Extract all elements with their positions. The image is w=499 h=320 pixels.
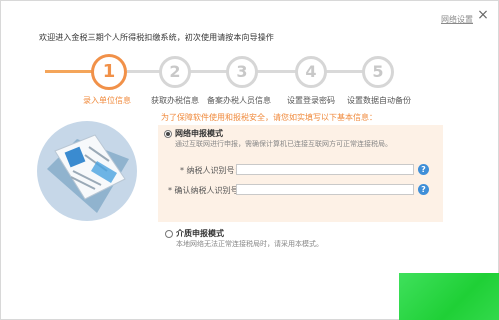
step-5-circle: 5 bbox=[362, 56, 394, 88]
step-5-label: 设置数据自动备份 bbox=[347, 96, 411, 105]
network-mode-title[interactable]: 网络申报模式 bbox=[175, 128, 223, 139]
media-mode-title[interactable]: 介质申报模式 bbox=[176, 228, 224, 239]
taxpayer-id-input[interactable] bbox=[236, 164, 414, 175]
media-mode-desc: 本地网络无法正常连接税局时，请采用本模式。 bbox=[176, 240, 323, 248]
network-settings-link[interactable]: 网络设置 bbox=[441, 14, 473, 25]
mode-panel: 网络申报模式 通过互联网进行申报，需确保计算机已连接互联网方可正常连接税局。 *… bbox=[158, 125, 443, 222]
green-overlay-block bbox=[399, 273, 499, 320]
confirm-id-label: * 确认纳税人识别号： bbox=[168, 186, 247, 195]
taxpayer-id-label: * 纳税人识别号： bbox=[180, 166, 243, 175]
welcome-text: 欢迎进入金税三期个人所得税扣缴系统，初次使用请按本向导操作 bbox=[39, 33, 274, 42]
document-icon bbox=[47, 134, 129, 213]
taxpayer-id-help-icon[interactable]: ? bbox=[418, 164, 429, 175]
step-1-label: 录入单位信息 bbox=[83, 96, 131, 105]
wizard-window: 网络设置 × 欢迎进入金税三期个人所得税扣缴系统，初次使用请按本向导操作 1 2… bbox=[0, 0, 499, 320]
step-connector-1 bbox=[45, 70, 93, 73]
step-3-circle: 3 bbox=[226, 56, 258, 88]
step-2-label: 获取办税信息 bbox=[151, 96, 199, 105]
network-mode-desc: 通过互联网进行申报，需确保计算机已连接互联网方可正常连接税局。 bbox=[175, 140, 392, 148]
step-4-circle: 4 bbox=[295, 56, 327, 88]
network-mode-radio[interactable] bbox=[164, 130, 172, 138]
media-mode-radio[interactable] bbox=[165, 230, 173, 238]
document-illustration bbox=[37, 121, 137, 221]
step-3-label: 备案办税人员信息 bbox=[207, 96, 271, 105]
step-4-label: 设置登录密码 bbox=[287, 96, 335, 105]
step-2-circle: 2 bbox=[159, 56, 191, 88]
step-1-circle: 1 bbox=[91, 54, 127, 90]
confirm-id-input[interactable] bbox=[236, 184, 414, 195]
confirm-id-help-icon[interactable]: ? bbox=[418, 184, 429, 195]
close-button[interactable]: × bbox=[475, 7, 491, 23]
info-tip: 为了保障软件使用和报税安全，请您如实填写以下基本信息： bbox=[161, 113, 377, 122]
